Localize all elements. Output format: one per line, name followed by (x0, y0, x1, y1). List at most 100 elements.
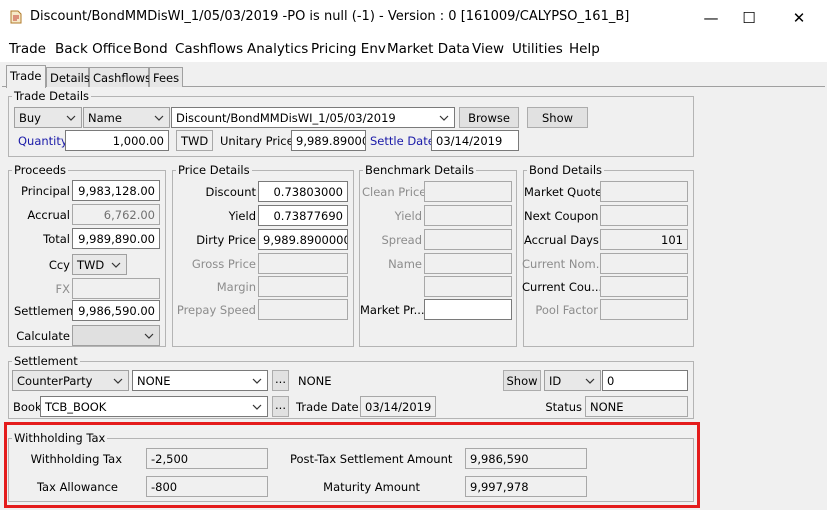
ccy-select[interactable]: TWD (72, 254, 127, 275)
market-price-field[interactable] (424, 299, 512, 320)
quantity-label[interactable]: Quantity (18, 134, 68, 148)
menu-trade[interactable]: Trade (9, 41, 46, 57)
window-title: Discount/BondMMDisWI_1/05/03/2019 -PO is… (30, 9, 630, 24)
trade-date-label: Trade Date (296, 400, 359, 414)
name-type-select[interactable]: Name (83, 107, 170, 128)
direction-value: Buy (19, 111, 41, 125)
menu-view[interactable]: View (472, 41, 504, 57)
current-nominal-label: Current Nom... (522, 257, 607, 271)
highlight-box (4, 422, 700, 508)
spread-field (424, 229, 512, 250)
counterparty-type-select[interactable]: CounterParty (12, 370, 129, 391)
direction-select[interactable]: Buy (14, 107, 82, 128)
book-ellipsis-button[interactable]: ... (272, 396, 289, 417)
accrual-field: 6,762.00 (72, 204, 160, 225)
name-type-value: Name (88, 111, 122, 125)
settle-date-field[interactable]: 03/14/2019 (431, 130, 519, 151)
gross-price-field (258, 253, 348, 274)
menu-pricing-env[interactable]: Pricing Env (311, 41, 386, 57)
fx-field (72, 278, 160, 299)
next-coupon-field (600, 205, 688, 226)
menu-analytics[interactable]: Analytics (247, 41, 308, 57)
browse-button[interactable]: Browse (459, 107, 519, 128)
chevron-down-icon (252, 378, 262, 384)
total-field[interactable]: 9,989,890.00 (72, 228, 160, 249)
status-field: NONE (585, 396, 688, 417)
id-type-value: ID (549, 374, 562, 388)
yield-field[interactable]: 0.73877690 (258, 205, 348, 226)
counterparty-ellipsis-button[interactable]: ... (272, 370, 289, 391)
maximize-button[interactable]: ☐ (726, 0, 772, 36)
clean-price-label: Clean Price (362, 185, 427, 199)
dirty-price-field[interactable]: 9,989.89000000 (258, 229, 348, 250)
chevron-down-icon (154, 115, 164, 121)
chevron-down-icon (113, 378, 123, 384)
ccy-label: Ccy (48, 258, 70, 272)
close-button[interactable]: ✕ (776, 0, 822, 36)
menu-back-office[interactable]: Back Office (55, 41, 131, 57)
chevron-down-icon (66, 115, 76, 121)
tab-fees[interactable]: Fees (149, 67, 183, 87)
gross-price-label: Gross Price (191, 257, 256, 271)
chevron-down-icon (585, 378, 595, 384)
current-coupon-label: Current Cou... (522, 280, 603, 294)
benchmark-extra-field (424, 276, 512, 297)
market-price-label: Market Pr... (360, 303, 425, 317)
book-select[interactable]: TCB_BOOK (40, 396, 268, 417)
chevron-down-icon (144, 333, 154, 339)
chevron-down-icon (439, 115, 449, 121)
prepay-speed-label: Prepay Speed (176, 303, 256, 317)
tab-details[interactable]: Details (46, 67, 90, 87)
show-product-button[interactable]: Show (527, 107, 588, 128)
spread-label: Spread (381, 233, 423, 247)
principal-field[interactable]: 9,983,128.00 (72, 180, 160, 201)
accrual-days-label: Accrual Days (524, 233, 599, 247)
counterparty-text: NONE (298, 374, 332, 388)
id-type-select[interactable]: ID (544, 370, 601, 391)
product-name-select[interactable]: Discount/BondMMDisWI_1/05/03/2019 (171, 107, 455, 128)
menu-cashflows[interactable]: Cashflows (175, 41, 243, 57)
market-quote-label: Market Quote (524, 185, 603, 199)
show-settlement-button[interactable]: Show (503, 370, 541, 391)
tab-trade[interactable]: Trade (6, 65, 46, 88)
settlement-amount-field[interactable]: 9,986,590.00 (72, 300, 160, 321)
current-coupon-field (600, 276, 688, 297)
ccy-value: TWD (77, 258, 105, 272)
bond-details-legend: Bond Details (527, 163, 605, 177)
menu-utilities[interactable]: Utilities (512, 41, 563, 57)
book-value: TCB_BOOK (45, 400, 107, 414)
app-icon (10, 10, 22, 24)
currency-display: TWD (176, 130, 213, 151)
settlement-legend: Settlement (12, 354, 80, 368)
counterparty-select[interactable]: NONE (132, 370, 268, 391)
accrual-days-field: 101 (600, 229, 688, 250)
chevron-down-icon (252, 404, 262, 410)
product-name-value: Discount/BondMMDisWI_1/05/03/2019 (176, 111, 396, 125)
benchmark-name-label: Name (388, 257, 422, 271)
benchmark-yield-field (424, 205, 512, 226)
calculate-select[interactable] (72, 325, 160, 346)
settle-date-label[interactable]: Settle Date (370, 134, 435, 148)
yield-label: Yield (228, 209, 256, 223)
menu-bond[interactable]: Bond (133, 41, 168, 57)
next-coupon-label: Next Coupon (524, 209, 599, 223)
tab-cashflows[interactable]: Cashflows (89, 67, 151, 87)
benchmark-details-legend: Benchmark Details (363, 163, 477, 177)
benchmark-yield-label: Yield (394, 209, 422, 223)
prepay-speed-field (258, 299, 348, 320)
discount-field[interactable]: 0.73803000 (258, 181, 348, 202)
quantity-field[interactable]: 1,000.00 (65, 130, 169, 151)
margin-field (258, 276, 348, 297)
menu-help[interactable]: Help (569, 41, 600, 57)
clean-price-field (424, 181, 512, 202)
id-value-field[interactable]: 0 (602, 370, 688, 391)
trade-date-field: 03/14/2019 (360, 396, 436, 417)
discount-label: Discount (205, 185, 257, 199)
book-label: Book (13, 400, 42, 414)
menu-market-data[interactable]: Market Data (387, 41, 470, 57)
unitary-price-field[interactable]: 9,989.890000 (291, 130, 366, 151)
unitary-price-label: Unitary Price (220, 134, 294, 148)
fx-label: FX (55, 282, 71, 296)
counterparty-value: NONE (137, 374, 171, 388)
price-details-legend: Price Details (176, 163, 252, 177)
